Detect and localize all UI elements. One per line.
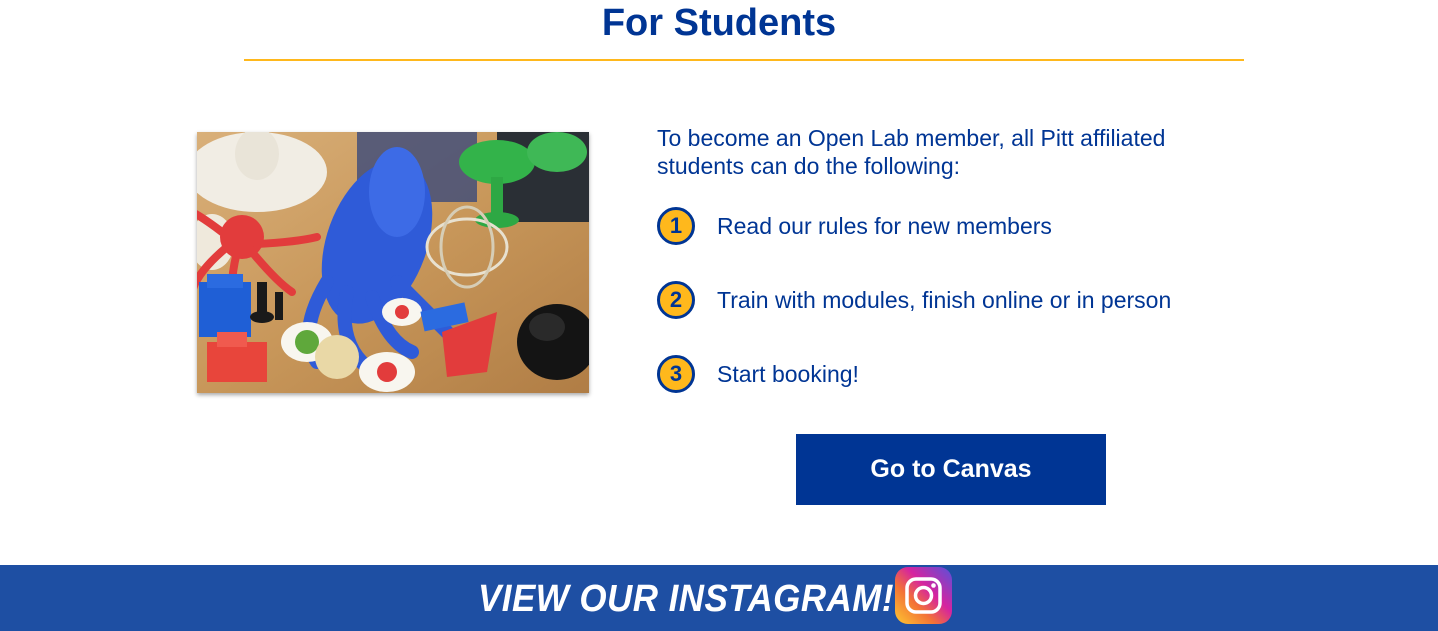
step-number-badge: 1: [657, 207, 695, 245]
step-number-badge: 2: [657, 281, 695, 319]
section-title: For Students: [601, 2, 837, 44]
step-label: Train with modules, finish online or in …: [717, 286, 1172, 313]
step-number-badge: 3: [657, 355, 695, 393]
hero-photo: [197, 132, 589, 393]
go-to-canvas-button[interactable]: Go to Canvas: [796, 434, 1106, 505]
step-label: Start booking!: [717, 360, 859, 387]
instagram-banner-text[interactable]: VIEW OUR INSTAGRAM!: [478, 575, 894, 623]
instagram-icon[interactable]: [895, 567, 952, 624]
step-2: 2 Train with modules, finish online or i…: [657, 281, 1171, 319]
step-label: Read our rules for new members: [717, 212, 1052, 239]
step-1: 1 Read our rules for new members: [657, 207, 1052, 245]
step-3: 3 Start booking!: [657, 355, 859, 393]
title-divider: [244, 59, 1244, 61]
page: For Students To become an Open Lab membe…: [0, 0, 1438, 631]
intro-text: To become an Open Lab member, all Pitt a…: [657, 125, 1166, 179]
